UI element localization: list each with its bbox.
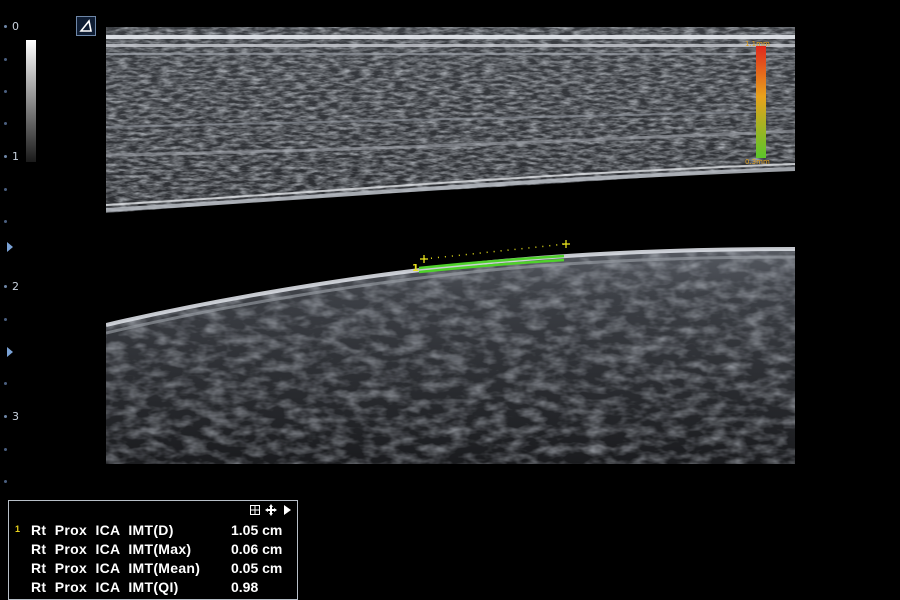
measurement-label: Rt Prox ICA IMT(QI)	[31, 579, 179, 595]
measurement-value: 0.98	[231, 579, 259, 595]
measurement-value: 0.06 cm	[231, 541, 283, 557]
depth-label-1: 1	[12, 150, 19, 163]
color-scale-bar	[756, 46, 766, 158]
depth-tick	[4, 25, 7, 28]
caliper-start-icon	[420, 255, 428, 263]
depth-label-3: 3	[12, 410, 19, 423]
caliper-end-icon	[562, 240, 570, 248]
depth-tick	[4, 415, 7, 418]
expand-arrow-icon[interactable]	[281, 504, 293, 516]
depth-minor-tick	[4, 318, 7, 321]
depth-tick	[4, 285, 7, 288]
imt-color-scale: 1.1mm 0.3mm	[745, 40, 785, 170]
grayscale-bar	[26, 40, 36, 162]
measurement-results-panel[interactable]: 1 Rt Prox ICA IMT(D) 1.05 cm Rt Prox ICA…	[8, 500, 298, 600]
measurement-row[interactable]: Rt Prox ICA IMT(Max) 0.06 cm	[9, 540, 297, 559]
depth-minor-tick	[4, 122, 7, 125]
depth-minor-tick	[4, 382, 7, 385]
measurement-label: Rt Prox ICA IMT(Mean)	[31, 560, 201, 576]
measurement-label: Rt Prox ICA IMT(Max)	[31, 541, 192, 557]
ultrasound-image[interactable]: 1	[106, 27, 795, 464]
move-icon[interactable]	[265, 504, 277, 516]
color-scale-bottom-label: 0.3mm	[745, 158, 770, 166]
depth-minor-tick	[4, 58, 7, 61]
depth-minor-tick	[4, 448, 7, 451]
depth-label-0: 0	[12, 20, 19, 33]
focus-marker-icon[interactable]	[7, 347, 13, 357]
depth-tick	[4, 155, 7, 158]
measurement-index: 1	[15, 524, 21, 534]
measurement-value: 1.05 cm	[231, 522, 283, 538]
depth-label-2: 2	[12, 280, 19, 293]
measurement-row[interactable]: 1 Rt Prox ICA IMT(D) 1.05 cm	[9, 521, 297, 540]
depth-minor-tick	[4, 220, 7, 223]
focus-marker-icon[interactable]	[7, 242, 13, 252]
trace-number: 1	[412, 263, 419, 274]
depth-minor-tick	[4, 90, 7, 93]
measurement-row[interactable]: Rt Prox ICA IMT(Mean) 0.05 cm	[9, 559, 297, 578]
measurement-label: Rt Prox ICA IMT(D)	[31, 522, 174, 538]
depth-minor-tick	[4, 188, 7, 191]
grid-icon[interactable]	[249, 504, 261, 516]
probe-orientation-icon	[76, 16, 96, 36]
measurement-row[interactable]: Rt Prox ICA IMT(QI) 0.98	[9, 578, 297, 597]
depth-scale: 0 1 2 3	[0, 0, 60, 500]
depth-minor-tick	[4, 480, 7, 483]
measurement-value: 0.05 cm	[231, 560, 283, 576]
panel-toolbar	[249, 503, 293, 517]
measurement-list: 1 Rt Prox ICA IMT(D) 1.05 cm Rt Prox ICA…	[9, 521, 297, 597]
